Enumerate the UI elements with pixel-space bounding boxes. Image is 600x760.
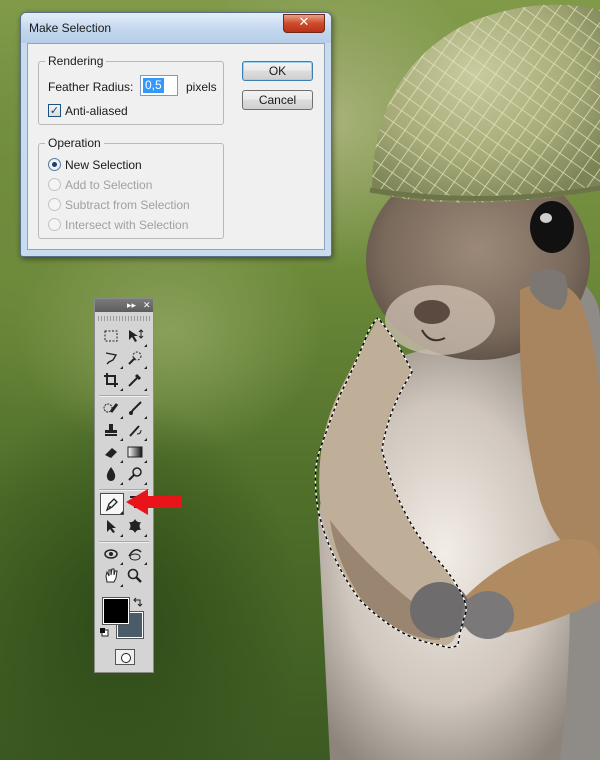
dodge-tool[interactable] xyxy=(125,465,147,485)
rendering-group: Rendering Feather Radius: 0,5 pixels ✓ A… xyxy=(38,54,224,125)
collapse-icon[interactable]: ▸▸ xyxy=(127,299,136,311)
subtract-from-selection-radio xyxy=(48,198,61,211)
default-colors-icon[interactable] xyxy=(99,627,109,637)
swap-colors-icon[interactable] xyxy=(133,597,143,607)
submenu-corner xyxy=(120,511,123,514)
add-to-selection-radio xyxy=(48,178,61,191)
palette-header[interactable]: ▸▸ ✕ xyxy=(95,299,153,312)
3d-rotate-tool[interactable] xyxy=(101,545,123,565)
blur-icon xyxy=(106,467,116,481)
rendering-legend: Rendering xyxy=(45,54,107,68)
cancel-button[interactable]: Cancel xyxy=(242,90,313,110)
submenu-corner xyxy=(144,344,147,347)
dodge-icon xyxy=(128,467,142,481)
crop-tool[interactable] xyxy=(101,371,123,391)
hand-icon xyxy=(105,568,118,583)
lasso-icon xyxy=(105,352,118,365)
pen-tool[interactable] xyxy=(100,493,124,515)
move-icon xyxy=(129,329,144,342)
eyedropper-tool[interactable] xyxy=(125,371,147,391)
gradient-icon xyxy=(127,446,143,458)
spot-healing-brush-tool[interactable] xyxy=(101,399,123,419)
palette-close-icon[interactable]: ✕ xyxy=(143,299,151,311)
new-selection-label[interactable]: New Selection xyxy=(65,158,142,172)
eraser-icon xyxy=(105,448,117,458)
make-selection-dialog: Make Selection ✕ Rendering Feather Radiu… xyxy=(20,12,332,257)
dialog-titlebar[interactable]: Make Selection ✕ xyxy=(21,13,331,43)
anti-aliased-label[interactable]: Anti-aliased xyxy=(65,104,128,118)
submenu-corner xyxy=(120,534,123,537)
move-tool[interactable] xyxy=(125,327,147,347)
red-arrow-annotation xyxy=(126,489,182,515)
close-button[interactable]: ✕ xyxy=(283,14,325,33)
submenu-corner xyxy=(120,438,123,441)
quick-selection-tool[interactable] xyxy=(125,349,147,369)
3d-orbit-icon xyxy=(128,549,142,561)
submenu-corner xyxy=(120,460,123,463)
quick-mask-button[interactable] xyxy=(115,649,135,665)
history-brush-icon xyxy=(129,425,142,437)
brush-icon xyxy=(129,401,142,415)
healing-icon xyxy=(103,403,119,413)
submenu-corner xyxy=(120,482,123,485)
operation-group: Operation New Selection Add to Selection… xyxy=(38,136,224,239)
new-selection-radio[interactable] xyxy=(48,158,61,171)
lasso-tool[interactable] xyxy=(101,349,123,369)
palette-grip[interactable] xyxy=(98,316,150,321)
hand-tool[interactable] xyxy=(101,567,123,587)
intersect-with-selection-radio xyxy=(48,218,61,231)
anti-aliased-checkbox[interactable]: ✓ xyxy=(48,104,61,117)
3d-orbit-tool[interactable] xyxy=(125,545,147,565)
feather-unit-label: pixels xyxy=(186,80,217,94)
gradient-tool[interactable] xyxy=(125,443,147,463)
history-brush-tool[interactable] xyxy=(125,421,147,441)
dialog-body: Rendering Feather Radius: 0,5 pixels ✓ A… xyxy=(27,43,325,250)
stamp-icon xyxy=(105,424,117,436)
feather-radius-input[interactable]: 0,5 xyxy=(140,75,178,96)
custom-shape-icon xyxy=(129,519,141,533)
submenu-corner xyxy=(144,460,147,463)
feather-radius-label: Feather Radius: xyxy=(48,80,134,94)
submenu-corner xyxy=(120,366,123,369)
zoom-icon xyxy=(127,568,142,583)
submenu-corner xyxy=(144,366,147,369)
dialog-title: Make Selection xyxy=(29,21,112,35)
palette-separator xyxy=(99,395,149,397)
clone-stamp-tool[interactable] xyxy=(101,421,123,441)
eyedropper-icon xyxy=(128,373,142,387)
submenu-corner xyxy=(144,388,147,391)
eraser-tool[interactable] xyxy=(101,443,123,463)
path-selection-tool[interactable] xyxy=(101,517,123,537)
submenu-corner xyxy=(144,482,147,485)
radio-dot xyxy=(52,162,57,167)
submenu-corner xyxy=(120,416,123,419)
foreground-color-swatch[interactable] xyxy=(102,597,130,625)
ok-button[interactable]: OK xyxy=(242,61,313,81)
quick-selection-icon xyxy=(128,351,142,365)
submenu-corner xyxy=(144,562,147,565)
subtract-from-selection-label: Subtract from Selection xyxy=(65,198,190,212)
tools-palette: ▸▸ ✕ xyxy=(94,298,154,673)
feather-radius-value: 0,5 xyxy=(143,78,164,93)
crop-icon xyxy=(104,373,118,387)
zoom-tool[interactable] xyxy=(125,567,147,587)
submenu-corner xyxy=(120,584,123,587)
intersect-with-selection-label: Intersect with Selection xyxy=(65,218,189,232)
blur-tool[interactable] xyxy=(101,465,123,485)
palette-separator xyxy=(99,541,149,543)
add-to-selection-label: Add to Selection xyxy=(65,178,153,192)
brush-tool[interactable] xyxy=(125,399,147,419)
submenu-corner xyxy=(120,562,123,565)
submenu-corner xyxy=(144,534,147,537)
submenu-corner xyxy=(144,416,147,419)
operation-legend: Operation xyxy=(45,136,104,150)
marquee-icon xyxy=(104,330,118,342)
rectangular-marquee-tool[interactable] xyxy=(101,327,123,347)
path-selection-icon xyxy=(107,520,116,533)
submenu-corner xyxy=(144,438,147,441)
submenu-corner xyxy=(120,388,123,391)
custom-shape-tool[interactable] xyxy=(125,517,147,537)
pen-icon xyxy=(105,498,118,512)
3d-rotate-icon xyxy=(104,549,118,559)
